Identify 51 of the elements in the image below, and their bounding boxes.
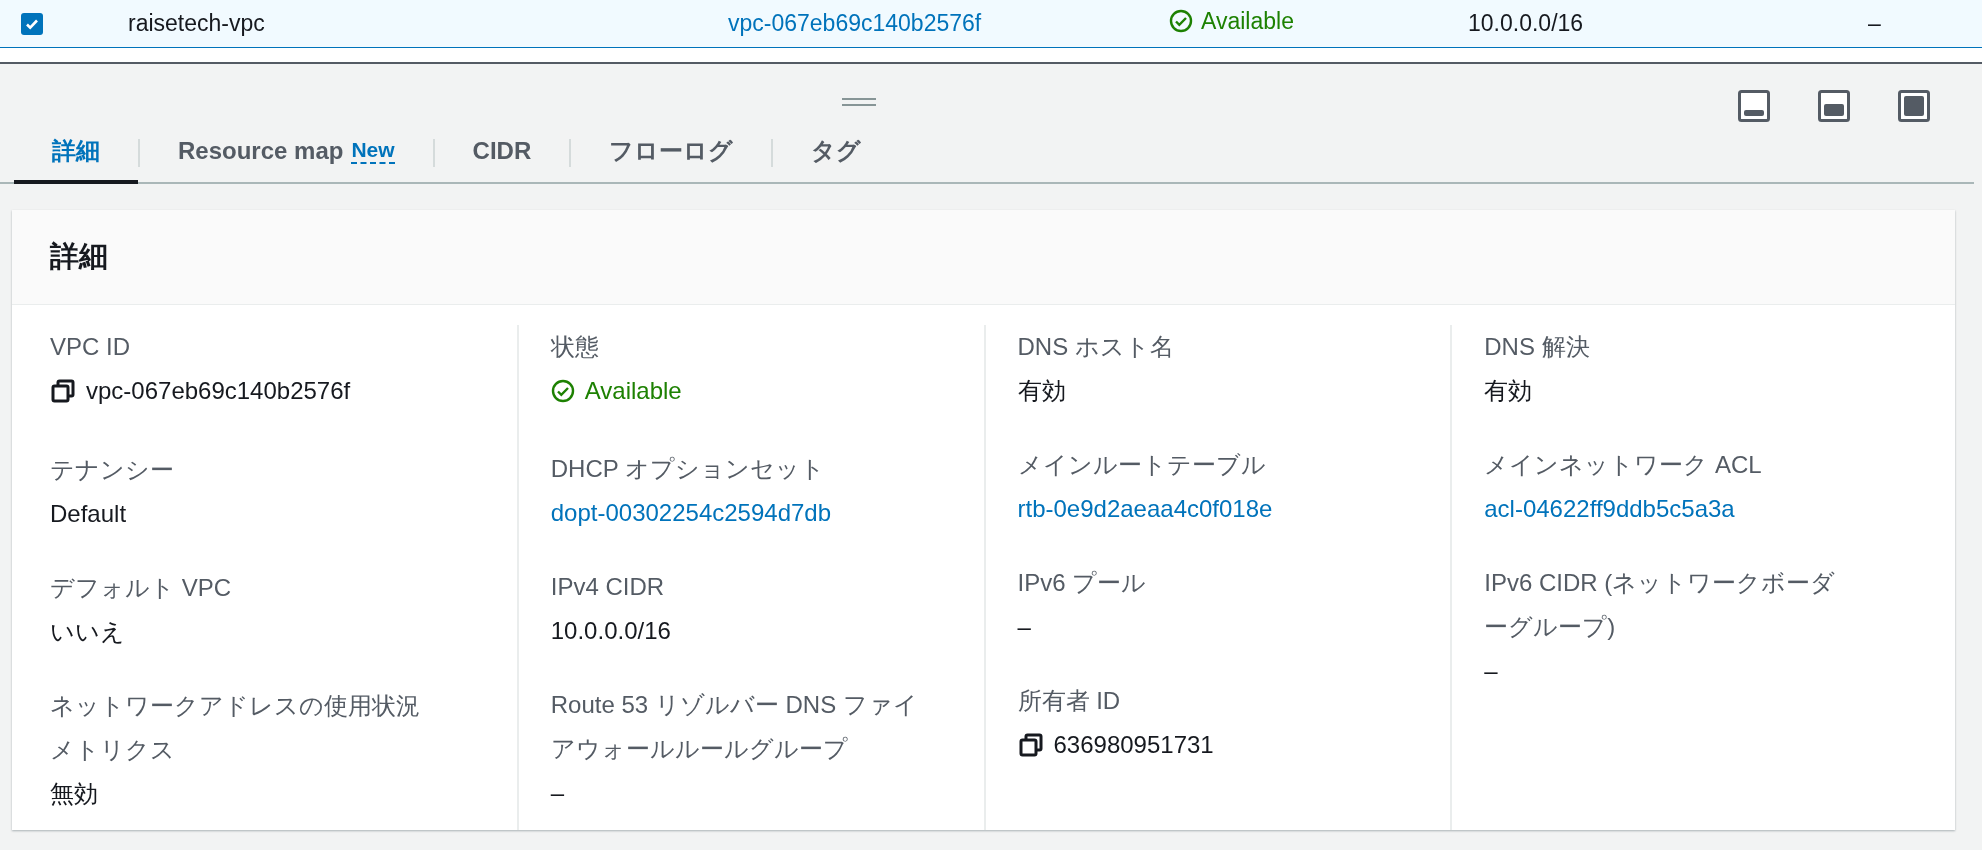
field-label: IPv6 プール	[1017, 568, 1148, 598]
table-cell: raisetech-vpc	[128, 10, 265, 36]
tab[interactable]: Resource map New	[140, 122, 433, 184]
field-label: DNS 解決	[1484, 332, 1591, 362]
panel-layout-icon[interactable]	[1818, 90, 1850, 122]
status-text: Available	[584, 376, 682, 406]
field-label: テナンシー	[50, 455, 175, 485]
field-label: 所有者 ID	[1017, 686, 1122, 716]
panel-layout-icon[interactable]	[1738, 90, 1770, 122]
field-label: DNS ホスト名	[1017, 332, 1175, 362]
table-link[interactable]: vpc-067eb69c140b2576f	[728, 10, 982, 36]
field-value: vpc-067eb69c140b2576f	[86, 376, 351, 406]
field-label: デフォルト VPC	[50, 573, 232, 603]
field-link[interactable]: rtb-0e9d2aeaa4c0f018e	[1017, 495, 1273, 522]
field-value: –	[550, 779, 565, 806]
status-text: Available	[1201, 7, 1294, 35]
resize-handle[interactable]	[842, 98, 876, 106]
field-link[interactable]: dopt-00302254c2594d7db	[550, 499, 831, 526]
field-label: ネットワークアドレスの使用状況メトリクス	[50, 691, 421, 765]
status-ok-icon	[1169, 9, 1193, 34]
card-title: 詳細	[50, 239, 108, 274]
tab[interactable]: 詳細	[14, 122, 138, 184]
table-cell: –	[1868, 10, 1881, 36]
panel-layout-icon[interactable]	[1898, 90, 1930, 122]
copy-icon[interactable]	[50, 378, 76, 404]
checkbox[interactable]	[21, 12, 43, 35]
field-value: 636980951731	[1053, 730, 1214, 760]
field-label: 状態	[550, 332, 600, 362]
field-value: 無効	[50, 780, 98, 807]
field-label: IPv4 CIDR	[550, 572, 666, 602]
tab[interactable]: フローログ	[571, 122, 772, 184]
field-link[interactable]: acl-04622ff9ddb5c5a3a	[1484, 495, 1735, 522]
table-cell: 10.0.0.0/16	[1468, 10, 1584, 36]
copy-icon[interactable]	[1017, 732, 1044, 758]
field-value: 有効	[1017, 377, 1066, 404]
field-value: –	[1017, 613, 1031, 640]
field-label: Route 53 リゾルバー DNS ファイアウォールルールグループ	[550, 690, 919, 764]
field-label: IPv6 CIDR (ネットワークボーダーグループ)	[1484, 568, 1837, 642]
field-value: 10.0.0.0/16	[550, 617, 671, 644]
field-label: メインネットワーク ACL	[1484, 450, 1763, 480]
tab[interactable]: タグ	[773, 122, 900, 184]
field-value: –	[1484, 657, 1498, 684]
field-value: 有効	[1484, 377, 1533, 404]
field-label: DHCP オプションセット	[550, 454, 826, 484]
field-value: Default	[50, 500, 127, 527]
field-value: いいえ	[50, 618, 125, 645]
field-label: VPC ID	[50, 332, 131, 362]
status-ok-icon	[550, 379, 575, 403]
field-label: メインルートテーブル	[1017, 450, 1267, 480]
new-badge[interactable]: New	[351, 138, 395, 164]
tab[interactable]: CIDR	[434, 122, 570, 184]
